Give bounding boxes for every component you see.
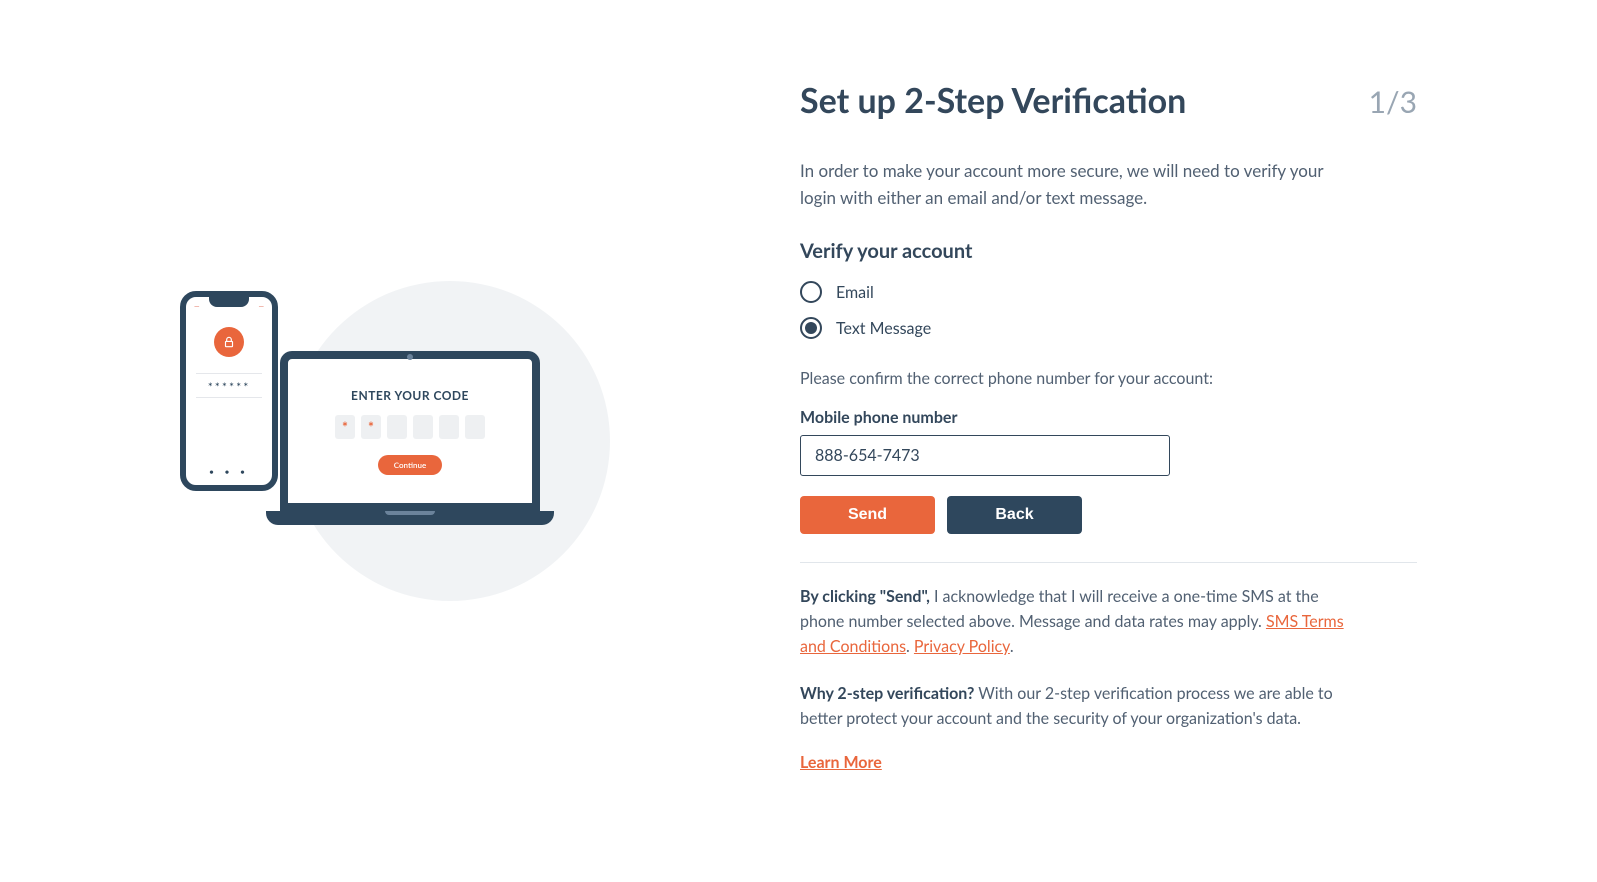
- phone-input[interactable]: [800, 435, 1170, 476]
- verify-method-group: Email Text Message: [800, 281, 1417, 339]
- page-title: Set up 2-Step Verification: [800, 80, 1186, 121]
- radio-icon: [800, 317, 822, 339]
- sms-disclaimer: By clicking "Send", I acknowledge that I…: [800, 585, 1360, 659]
- why-explanation: Why 2-step verification? With our 2-step…: [800, 682, 1360, 732]
- intro-text: In order to make your account more secur…: [800, 157, 1360, 211]
- phone-field-label: Mobile phone number: [800, 408, 1417, 427]
- learn-more-link[interactable]: Learn More: [800, 753, 882, 772]
- radio-icon: [800, 281, 822, 303]
- back-button[interactable]: Back: [947, 496, 1082, 534]
- radio-label: Text Message: [836, 319, 931, 338]
- send-button[interactable]: Send: [800, 496, 935, 534]
- radio-text-message[interactable]: Text Message: [800, 317, 1417, 339]
- step-indicator: 1/3: [1369, 84, 1417, 120]
- illustration-panel: —— ****** • • • ENTER YOUR CODE: [0, 0, 800, 882]
- divider: [800, 562, 1417, 563]
- privacy-policy-link[interactable]: Privacy Policy: [914, 637, 1010, 656]
- lock-icon: [214, 327, 244, 357]
- confirm-text: Please confirm the correct phone number …: [800, 369, 1417, 388]
- phone-icon: —— ****** • • •: [180, 291, 278, 491]
- form-panel: Set up 2-Step Verification 1/3 In order …: [800, 0, 1597, 882]
- verification-illustration: —— ****** • • • ENTER YOUR CODE: [170, 241, 630, 641]
- laptop-icon: ENTER YOUR CODE * * Continue: [280, 351, 540, 525]
- verify-heading: Verify your account: [800, 239, 1417, 263]
- radio-email[interactable]: Email: [800, 281, 1417, 303]
- radio-label: Email: [836, 283, 874, 302]
